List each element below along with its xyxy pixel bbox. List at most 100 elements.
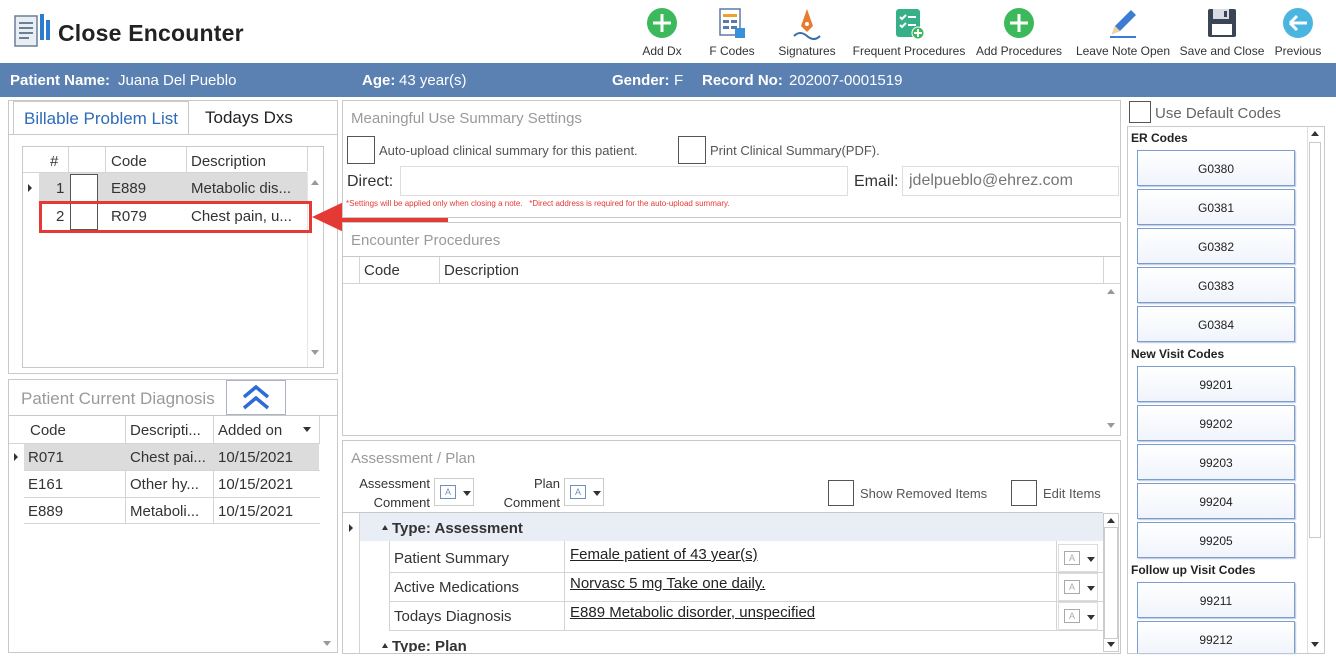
expand-arrow-icon[interactable]	[382, 643, 388, 648]
email-label: Email:	[854, 173, 899, 190]
row-indicator-icon	[28, 184, 32, 192]
frequent-procedures-button[interactable]: Frequent Procedures	[852, 6, 966, 62]
assessment-comment-format-button[interactable]: A	[434, 478, 474, 506]
show-removed-checkbox[interactable]	[828, 480, 854, 506]
code-button[interactable]: G0384	[1137, 306, 1295, 342]
code-button[interactable]: G0380	[1137, 150, 1295, 186]
double-chevron-up-icon	[242, 384, 270, 410]
procedures-scrollbar[interactable]	[1103, 284, 1119, 435]
ap-row-value[interactable]: Norvasc 5 mg Take one daily.	[570, 575, 765, 592]
ap-row-value[interactable]: E889 Metabolic disorder, unspecified	[570, 604, 815, 621]
assessment-comment-label: Comment	[373, 495, 430, 510]
col-code-header: Code	[30, 422, 66, 439]
code-button[interactable]: 99204	[1137, 483, 1295, 519]
edit-items-checkbox[interactable]	[1011, 480, 1037, 506]
col-code-header: Code	[111, 153, 147, 170]
print-summary-checkbox[interactable]	[678, 136, 706, 164]
code-button[interactable]: 99212	[1137, 621, 1295, 653]
ap-row-value[interactable]: Female patient of 43 year(s)	[570, 546, 758, 563]
code-button[interactable]: G0383	[1137, 267, 1295, 303]
row-added: 10/15/2021	[218, 503, 294, 520]
text-format-icon: A	[570, 485, 586, 499]
gender-label: Gender:	[612, 72, 670, 89]
collapse-button[interactable]	[226, 380, 286, 415]
ap-row-label: Patient Summary	[394, 550, 510, 567]
text-format-icon: A	[1064, 580, 1080, 594]
save-and-close-button[interactable]: Save and Close	[1180, 6, 1264, 62]
col-num-header: #	[50, 153, 59, 170]
age-label: Age:	[362, 72, 396, 89]
row-code: E889	[28, 503, 64, 520]
print-summary-label: Print Clinical Summary(PDF).	[710, 143, 880, 158]
floppy-disk-icon	[1208, 9, 1236, 37]
code-button[interactable]: G0381	[1137, 189, 1295, 225]
age-value: 43 year(s)	[399, 72, 467, 89]
plus-circle-icon	[1004, 8, 1034, 38]
meaningful-use-title: Meaningful Use Summary Settings	[351, 110, 582, 127]
direct-label: Direct:	[347, 173, 394, 190]
row-code: E161	[28, 476, 64, 493]
encounter-procedures-title: Encounter Procedures	[351, 232, 501, 249]
signatures-button[interactable]: Signatures	[777, 6, 837, 62]
text-format-icon: A	[1064, 609, 1080, 623]
encounter-procedures-panel	[342, 222, 1121, 436]
plan-comment-label: Plan	[533, 476, 560, 491]
ap-row-label: Todays Diagnosis	[394, 608, 512, 625]
edit-items-label: Edit Items	[1043, 486, 1101, 501]
direct-address-input[interactable]	[400, 166, 848, 196]
add-procedures-button[interactable]: Add Procedures	[975, 6, 1063, 62]
assessment-plan-title: Assessment / Plan	[351, 450, 476, 467]
code-sheet-icon	[719, 8, 745, 38]
row-indicator-icon	[14, 453, 18, 461]
code-button[interactable]: 99201	[1137, 366, 1295, 402]
settings-note: *Settings will be applied only when clos…	[346, 199, 730, 208]
col-added-header: Added on	[218, 422, 283, 439]
row-code: E889	[111, 180, 147, 197]
plus-circle-icon	[647, 8, 677, 38]
row-indicator-icon	[349, 524, 353, 532]
auto-upload-label: Auto-upload clinical summary for this pa…	[379, 143, 638, 158]
code-button[interactable]: 99211	[1137, 582, 1295, 618]
document-list-icon	[13, 12, 55, 52]
patient-name: Juana Del Pueblo	[118, 72, 237, 89]
patient-name-label: Patient Name:	[10, 72, 111, 89]
text-format-icon: A	[1064, 551, 1080, 565]
tab-todays-dxs[interactable]: Todays Dxs	[195, 101, 303, 135]
email-input[interactable]	[902, 166, 1119, 196]
code-button[interactable]: G0382	[1137, 228, 1295, 264]
expand-arrow-icon[interactable]	[382, 525, 388, 530]
tab-billable-problem-list[interactable]: Billable Problem List	[13, 101, 190, 135]
row-checkbox[interactable]	[70, 174, 98, 202]
patient-info-bar: Patient Name: Juana Del Pueblo Age: 43 y…	[0, 63, 1336, 97]
auto-upload-checkbox[interactable]	[347, 136, 375, 164]
group-label: Type: Plan	[392, 638, 467, 652]
annotation-highlight	[39, 201, 312, 233]
row-format-button[interactable]: A	[1058, 573, 1098, 601]
use-default-codes-label: Use Default Codes	[1155, 105, 1281, 122]
leave-note-open-button[interactable]: Leave Note Open	[1074, 6, 1172, 62]
col-desc-header: Description	[444, 262, 520, 279]
f-codes-button[interactable]: F Codes	[706, 6, 758, 62]
row-added: 10/15/2021	[218, 449, 294, 466]
code-button[interactable]: 99202	[1137, 405, 1295, 441]
row-desc: Metaboli...	[130, 503, 200, 520]
row-desc: Other hy...	[130, 476, 199, 493]
follow-up-codes-title: Follow up Visit Codes	[1131, 563, 1256, 577]
new-visit-codes-title: New Visit Codes	[1131, 347, 1225, 361]
code-button[interactable]: 99205	[1137, 522, 1295, 558]
gender-value: F	[674, 72, 684, 89]
title-bar: Close Encounter Add Dx F Codes Signature…	[0, 0, 1336, 63]
col-desc-header: Description	[191, 153, 267, 170]
sort-dropdown-icon[interactable]	[303, 427, 311, 432]
checklist-icon	[896, 9, 925, 40]
plan-comment-format-button[interactable]: A	[564, 478, 604, 506]
row-format-button[interactable]: A	[1058, 602, 1098, 630]
previous-button[interactable]: Previous	[1274, 6, 1322, 62]
show-removed-label: Show Removed Items	[860, 486, 988, 501]
diagnosis-scrollbar[interactable]	[320, 416, 336, 652]
code-button[interactable]: 99203	[1137, 444, 1295, 480]
pencil-icon	[1110, 10, 1136, 38]
use-default-codes-checkbox[interactable]	[1129, 101, 1151, 123]
add-dx-button[interactable]: Add Dx	[640, 6, 684, 62]
row-format-button[interactable]: A	[1058, 544, 1098, 572]
